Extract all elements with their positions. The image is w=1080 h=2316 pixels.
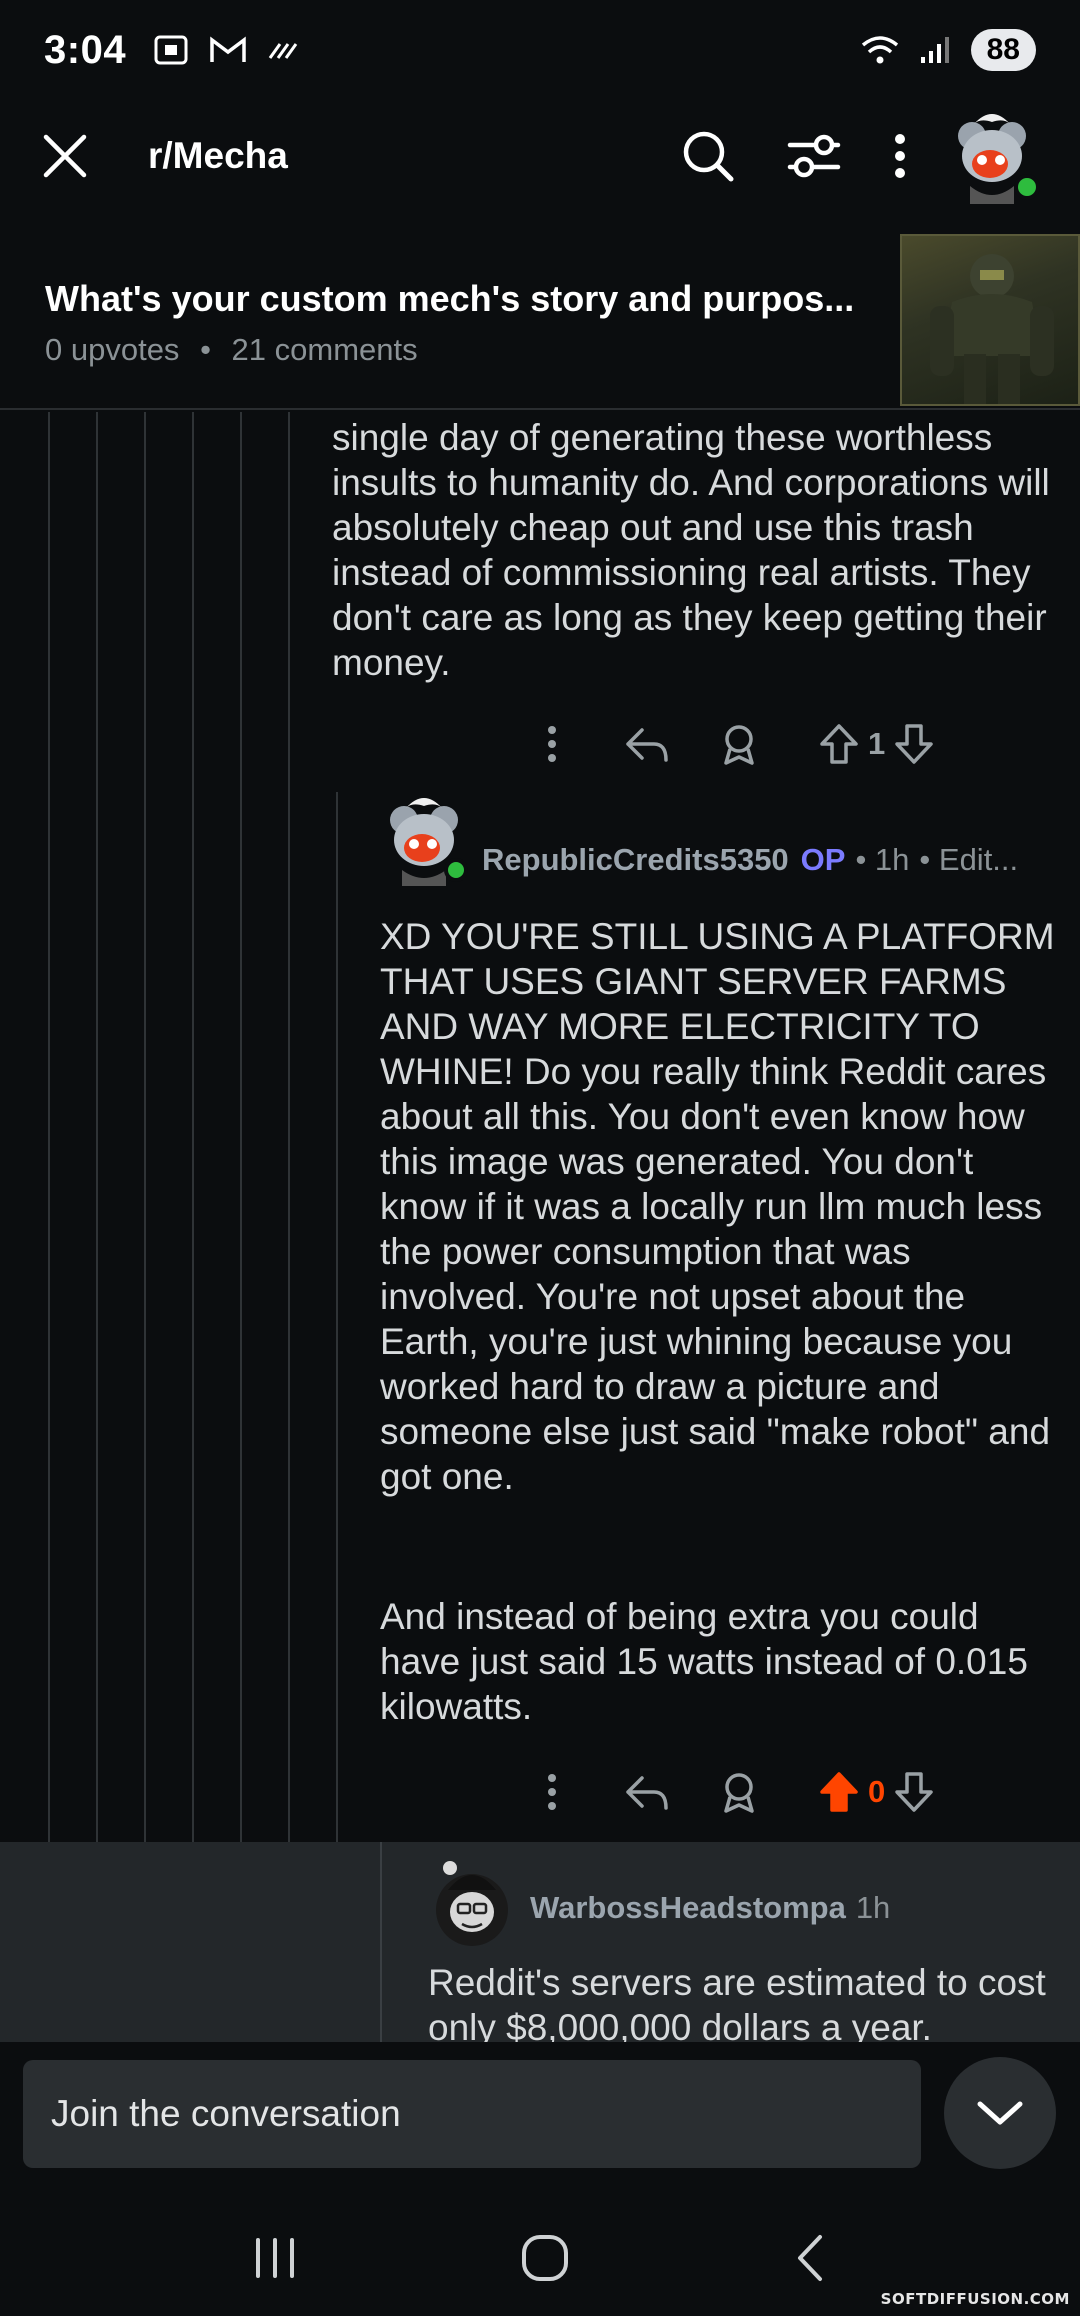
chevron-down-icon (977, 2101, 1023, 2125)
nested-author-avatar[interactable] (428, 1860, 516, 1948)
op-badge: OP (800, 842, 846, 877)
reply-comment-actions: 0 (530, 1770, 935, 1814)
watermark: SOFTDIFFUSION.COM (880, 2290, 1070, 2308)
header-actions (680, 128, 908, 184)
vote-count: 1 (868, 726, 886, 761)
more-options-icon[interactable] (530, 1772, 574, 1812)
nested-comment-text: Reddit's servers are estimated to cost o… (428, 1962, 1046, 2048)
downvote-icon[interactable] (893, 722, 935, 766)
cell-signal-icon (920, 37, 949, 63)
comment-time: 1h (855, 1890, 891, 1925)
battery-indicator: 88 (970, 29, 1036, 71)
subreddit-title[interactable]: r/Mecha (148, 135, 288, 177)
collapse-button[interactable] (944, 2057, 1056, 2169)
online-status-dot (444, 858, 468, 882)
upvote-active-icon[interactable] (818, 1770, 860, 1814)
app-header: r/Mecha (0, 100, 1080, 212)
search-icon[interactable] (680, 128, 736, 184)
reply-comment-paragraph-1: XD YOU'RE STILL USING A PLATFORM THAT US… (380, 916, 1055, 1497)
reply-icon[interactable] (624, 1772, 670, 1812)
parent-comment-text: single day of generating these worthless… (332, 417, 1050, 683)
reply-author-row: RepublicCredits5350 OP • 1h • Edit... (482, 842, 1018, 878)
close-icon[interactable] (40, 131, 90, 181)
post-thumbnail[interactable] (900, 234, 1080, 406)
highlighted-comment[interactable]: WarbossHeadstompa 1h Reddit's servers ar… (0, 1842, 1080, 2048)
home-icon[interactable] (520, 2233, 570, 2283)
author-name[interactable]: RepublicCredits5350 (482, 842, 789, 878)
sort-filter-icon[interactable] (786, 131, 842, 181)
mech-figure-image (930, 254, 1054, 404)
warboss-avatar-icon (436, 1861, 508, 1946)
recent-apps-icon[interactable] (250, 2236, 300, 2280)
upvote-icon[interactable] (818, 722, 860, 766)
meta-separator: • (200, 332, 211, 367)
post-comments-count: 21 comments (231, 332, 418, 367)
reply-icon[interactable] (624, 724, 670, 764)
more-options-icon[interactable] (892, 131, 908, 181)
more-options-icon[interactable] (530, 724, 574, 764)
wifi-icon (861, 36, 898, 64)
gmail-icon (210, 36, 246, 62)
reply-comment-paragraph-2: And instead of being extra you could hav… (380, 1596, 1028, 1727)
nested-author-row: WarbossHeadstompa 1h (530, 1890, 890, 1926)
status-right: 88 (859, 29, 1036, 71)
vote-count: 0 (868, 1774, 886, 1809)
parent-comment-actions: 1 (530, 722, 935, 766)
award-icon[interactable] (718, 723, 760, 765)
screenshot-icon (154, 35, 188, 65)
online-status-dot (1014, 174, 1040, 200)
comment-time: • 1h (855, 842, 910, 877)
edited-indicator: • Edit... (919, 842, 1019, 877)
join-conversation-input[interactable]: Join the conversation (23, 2060, 921, 2168)
reply-author-avatar[interactable] (376, 790, 472, 886)
author-name[interactable]: WarbossHeadstompa (530, 1890, 846, 1926)
back-icon[interactable] (790, 2233, 830, 2283)
award-icon[interactable] (718, 1771, 760, 1813)
post-upvotes: 0 upvotes (45, 332, 180, 367)
status-bar: 3:04 88 (0, 0, 1080, 100)
downvote-icon[interactable] (893, 1770, 935, 1814)
status-time: 3:04 (44, 27, 127, 72)
user-avatar[interactable] (944, 108, 1040, 204)
join-conversation-placeholder: Join the conversation (51, 2093, 401, 2134)
signal-strikethrough-icon (268, 43, 298, 59)
post-meta: 0 upvotes • 21 comments (45, 332, 418, 368)
post-title[interactable]: What's your custom mech's story and purp… (45, 278, 854, 320)
notification-icons (152, 33, 298, 67)
post-summary[interactable]: What's your custom mech's story and purp… (0, 228, 1080, 410)
